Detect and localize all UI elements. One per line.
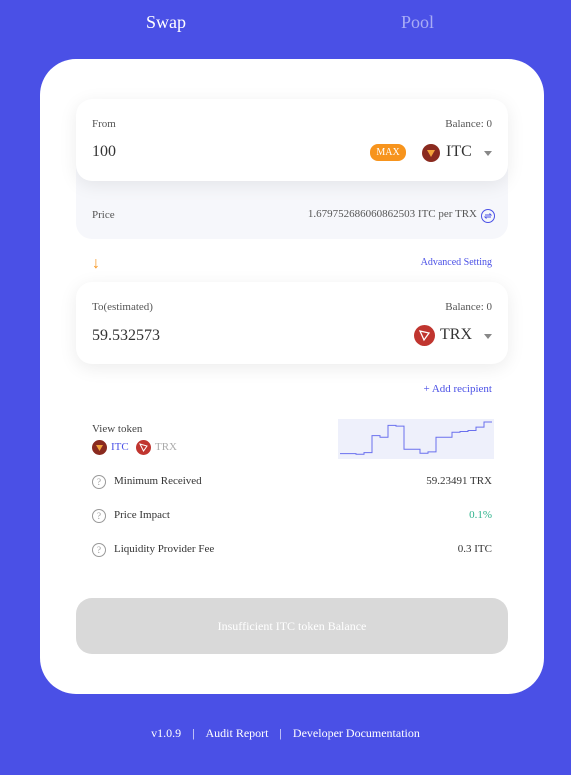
- view-token-trx[interactable]: TRX: [155, 441, 177, 453]
- advanced-setting-link[interactable]: Advanced Setting: [421, 257, 492, 268]
- lp-fee-value: 0.3 ITC: [457, 543, 492, 555]
- to-token-selector[interactable]: TRX: [414, 325, 496, 347]
- to-balance: Balance: 0: [445, 301, 492, 313]
- question-icon[interactable]: ?: [92, 509, 106, 523]
- question-icon[interactable]: ?: [92, 543, 106, 557]
- tab-swap[interactable]: Swap: [146, 12, 186, 33]
- trx-logo-icon: [414, 325, 435, 346]
- add-recipient-link[interactable]: + Add recipient: [423, 383, 492, 395]
- to-label: To(estimated): [92, 301, 153, 313]
- footer-separator: |: [192, 726, 195, 740]
- chevron-down-icon: [484, 151, 492, 156]
- from-token-selector[interactable]: ITC: [422, 143, 496, 163]
- from-balance: Balance: 0: [445, 118, 492, 130]
- lp-fee-label: Liquidity Provider Fee: [114, 543, 215, 555]
- to-token-name: TRX: [440, 326, 472, 343]
- from-token-name: ITC: [446, 143, 472, 160]
- view-token-label: View token: [92, 423, 143, 435]
- question-icon[interactable]: ?: [92, 475, 106, 489]
- footer: v1.0.9 | Audit Report | Developer Docume…: [0, 726, 571, 741]
- lp-fee-row: ? Liquidity Provider Fee 0.3 ITC: [92, 543, 492, 561]
- min-received-value: 59.23491 TRX: [426, 475, 492, 487]
- from-amount-input[interactable]: 100: [92, 143, 116, 161]
- view-token-itc[interactable]: ITC: [111, 441, 129, 453]
- from-label: From: [92, 118, 116, 130]
- swap-rate-icon[interactable]: [481, 209, 495, 223]
- min-received-row: ? Minimum Received 59.23491 TRX: [92, 475, 492, 493]
- chevron-down-icon: [484, 334, 492, 339]
- arrow-down-icon[interactable]: ↓: [92, 255, 100, 273]
- min-received-label: Minimum Received: [114, 475, 202, 487]
- price-impact-value: 0.1%: [469, 509, 492, 521]
- audit-report-link[interactable]: Audit Report: [206, 726, 269, 740]
- max-button[interactable]: MAX: [370, 144, 406, 161]
- to-panel: To(estimated) Balance: 0 59.532573 TRX: [76, 282, 508, 364]
- itc-logo-icon: [422, 144, 440, 162]
- price-impact-label: Price Impact: [114, 509, 170, 521]
- price-sparkline: [338, 419, 494, 459]
- top-tabs: Swap Pool: [0, 0, 571, 50]
- swap-card: Price 1.679752686060862503 ITC per TRX F…: [40, 59, 544, 694]
- tab-pool[interactable]: Pool: [401, 12, 434, 33]
- to-amount-input[interactable]: 59.532573: [92, 327, 160, 345]
- submit-button[interactable]: Insufficient ITC token Balance: [76, 598, 508, 654]
- itc-logo-icon: [92, 440, 107, 455]
- trx-logo-icon: [136, 440, 151, 455]
- price-value: 1.679752686060862503 ITC per TRX: [307, 208, 477, 220]
- price-label: Price: [92, 209, 115, 221]
- from-panel: From Balance: 0 100 MAX ITC: [76, 99, 508, 181]
- developer-docs-link[interactable]: Developer Documentation: [293, 726, 420, 740]
- version-label: v1.0.9: [151, 726, 182, 740]
- footer-separator: |: [279, 726, 282, 740]
- price-impact-row: ? Price Impact 0.1%: [92, 509, 492, 527]
